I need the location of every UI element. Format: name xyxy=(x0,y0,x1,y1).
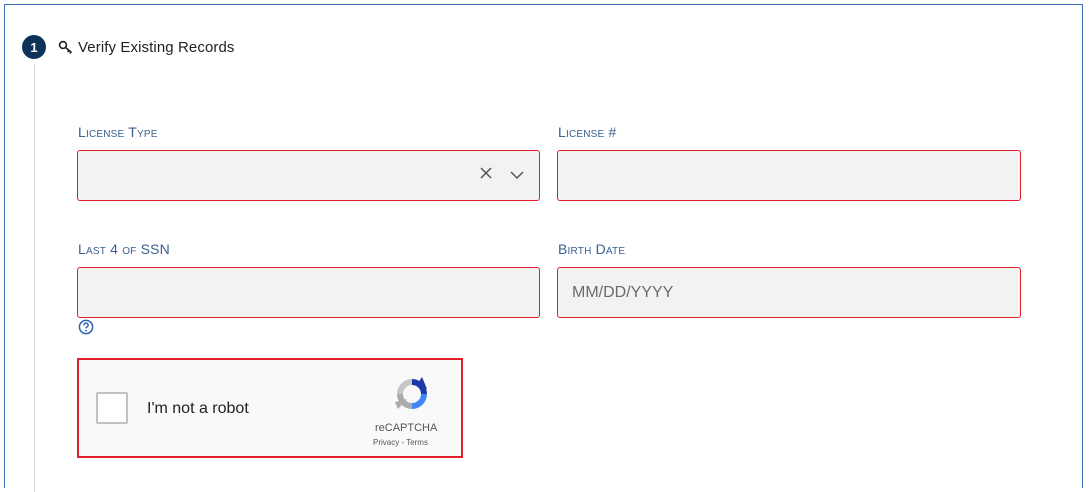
ssn-last4-field[interactable] xyxy=(77,267,540,318)
recaptcha-widget: I'm not a robot reCAPTCHA Privacy - Term… xyxy=(77,358,463,458)
license-number-field[interactable] xyxy=(557,150,1021,201)
recaptcha-logo-icon xyxy=(392,374,432,414)
license-type-label: License Type xyxy=(78,124,158,140)
license-number-label: License # xyxy=(558,124,617,140)
close-icon[interactable] xyxy=(479,166,493,185)
key-icon xyxy=(58,40,74,54)
recaptcha-brand: reCAPTCHA xyxy=(375,422,438,434)
birth-date-label: Birth Date xyxy=(558,241,626,257)
chevron-down-icon[interactable] xyxy=(509,167,525,185)
step-rail-divider xyxy=(34,64,35,492)
recaptcha-label: I'm not a robot xyxy=(147,400,249,417)
ssn-last4-input[interactable] xyxy=(78,268,539,317)
step-title: Verify Existing Records xyxy=(78,38,235,56)
birth-date-field[interactable] xyxy=(557,267,1021,318)
license-type-select[interactable] xyxy=(77,150,540,201)
recaptcha-checkbox[interactable] xyxy=(96,392,128,424)
recaptcha-privacy-terms-link[interactable]: Privacy - Terms xyxy=(373,438,428,447)
step-number-badge: 1 xyxy=(22,35,46,59)
license-number-input[interactable] xyxy=(558,151,1020,200)
birth-date-input[interactable] xyxy=(558,268,1020,317)
step-header: 1 Verify Existing Records xyxy=(22,33,235,61)
question-circle-icon[interactable] xyxy=(78,319,94,335)
ssn-last4-label: Last 4 of SSN xyxy=(78,241,170,257)
